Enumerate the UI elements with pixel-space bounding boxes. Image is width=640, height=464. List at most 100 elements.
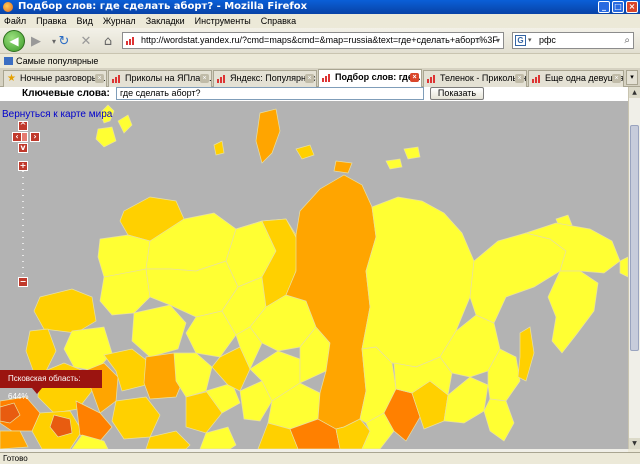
menu-history[interactable]: Журнал (103, 14, 136, 28)
status-text: Готово (3, 454, 28, 463)
region-chukotka-east (619, 256, 628, 278)
scroll-down-icon[interactable]: ▼ (629, 438, 640, 449)
menu-edit[interactable]: Правка (36, 14, 66, 28)
tab-2[interactable]: Приколы на ЯПлака... × (108, 70, 212, 87)
region-kostroma (131, 304, 187, 358)
region-new-siberian-1 (385, 158, 403, 170)
url-text: http://wordstat.yandex.ru/?cmd=maps&cmd=… (141, 35, 498, 45)
tab-close-icon[interactable]: × (515, 74, 524, 83)
bookmark-star-icon[interactable]: ☆ (476, 33, 485, 48)
menu-bookmarks[interactable]: Закладки (146, 14, 185, 28)
tab-label: Ночные разговоры... (20, 73, 106, 83)
status-bar: Готово (0, 452, 640, 464)
tab-6[interactable]: Еще одна девушка н... × (528, 70, 624, 87)
region-arctic-island-3 (95, 126, 117, 148)
tab-4-active[interactable]: Подбор слов: где... × (318, 69, 422, 87)
yandex-stats-icon (532, 75, 540, 83)
region-sakhalin (517, 326, 535, 382)
home-icon[interactable]: ⌂ (98, 31, 118, 51)
tab-5[interactable]: Теленок - Приколы н... × (423, 70, 527, 87)
tab-label: Приколы на ЯПлака... (125, 73, 212, 83)
pan-center-icon[interactable] (21, 132, 28, 142)
region-tooltip: Псковская область: 644% (0, 370, 102, 401)
region-new-siberian-2 (403, 146, 421, 160)
menu-tools[interactable]: Инструменты (195, 14, 251, 28)
region-samara (111, 396, 161, 440)
window-titlebar: Подбор слов: где сделать аборт? - Mozill… (0, 0, 640, 14)
search-icon[interactable]: ⌕ (624, 33, 630, 48)
tab-3[interactable]: Яндекс: Популярнос... × (213, 70, 317, 87)
region-kolguev (213, 140, 225, 156)
bookmark-folder-icon (4, 57, 13, 65)
firefox-icon (3, 2, 13, 12)
back-to-world-map-link[interactable]: Вернуться к карте мира (2, 109, 112, 120)
back-button[interactable]: ◀ (3, 30, 25, 52)
tab-label: Теленок - Приколы н... (440, 73, 527, 83)
pan-down-icon[interactable]: v (18, 143, 28, 153)
bookmarks-toolbar: Самые популярные (0, 54, 640, 68)
navigation-toolbar: ◀ ▶ ▾ ↻ ✕ ⌂ http://wordstat.yandex.ru/?c… (0, 28, 640, 54)
close-window-button[interactable]: × (626, 1, 638, 13)
star-icon: ★ (7, 73, 16, 84)
zoom-out-icon[interactable]: − (18, 277, 28, 287)
yandex-stats-icon (112, 75, 120, 83)
vertical-scrollbar[interactable]: ▲ ▼ (628, 87, 640, 449)
forward-button[interactable]: ▶ (26, 31, 46, 51)
keywords-label: Ключевые слова: (22, 88, 110, 99)
page-content: Ключевые слова: где сделать аборт? Показ… (0, 87, 628, 449)
menu-bar: Файл Правка Вид Журнал Закладки Инструме… (0, 14, 640, 28)
reload-icon[interactable]: ↻ (54, 31, 74, 51)
region-smolensk (0, 430, 29, 449)
tab-label: Яндекс: Популярнос... (230, 73, 317, 83)
search-engine-dropdown-icon[interactable]: ▾ (528, 33, 532, 48)
search-box[interactable]: G ▾ рфс ⌕ (512, 32, 634, 49)
stop-icon[interactable]: ✕ (76, 31, 96, 51)
tab-bar: ★ Ночные разговоры... × Приколы на ЯПлак… (0, 68, 640, 87)
menu-file[interactable]: Файл (4, 14, 26, 28)
scroll-up-icon[interactable]: ▲ (629, 87, 640, 98)
zoom-in-icon[interactable]: + (18, 161, 28, 171)
maximize-button[interactable]: □ (612, 1, 624, 13)
tab-label: Подбор слов: где... (335, 72, 421, 82)
region-arctic-island-2 (117, 114, 133, 134)
window-title: Подбор слов: где сделать аборт? - Mozill… (18, 1, 308, 12)
region-primorye (483, 398, 515, 442)
keywords-row: Ключевые слова: где сделать аборт? Показ… (0, 87, 628, 101)
region-udmurtia (173, 352, 213, 398)
region-magadan (469, 232, 567, 324)
region-kamchatka (547, 270, 599, 354)
google-icon[interactable]: G (515, 35, 526, 46)
yandex-stats-icon (322, 74, 330, 82)
url-dropdown-icon[interactable]: ▾ (496, 33, 500, 48)
scroll-thumb[interactable] (630, 125, 639, 351)
menu-view[interactable]: Вид (77, 14, 93, 28)
pan-up-icon[interactable]: ^ (18, 121, 28, 131)
region-novgorod (25, 328, 57, 374)
region-novaya-zemlya (255, 108, 281, 164)
url-bar[interactable]: http://wordstat.yandex.ru/?cmd=maps&cmd=… (122, 32, 504, 49)
show-button[interactable]: Показать (430, 87, 484, 100)
tab-close-icon[interactable]: × (612, 74, 621, 83)
tab-list-icon[interactable]: ▾ (626, 70, 638, 85)
search-input[interactable]: рфс (539, 35, 556, 45)
zoom-slider[interactable] (22, 171, 24, 275)
tab-close-icon[interactable]: × (95, 74, 104, 83)
yandex-stats-icon (427, 75, 435, 83)
keywords-input[interactable]: где сделать аборт? (116, 87, 424, 100)
russia-region-map[interactable] (0, 101, 628, 449)
region-leningrad (33, 288, 97, 334)
pan-right-icon[interactable]: › (30, 132, 40, 142)
region-severnaya-zemlya (333, 160, 353, 174)
minimize-button[interactable]: _ (598, 1, 610, 13)
region-taymyr-island (295, 144, 315, 160)
menu-help[interactable]: Справка (261, 14, 296, 28)
bookmark-most-visited[interactable]: Самые популярные (16, 56, 98, 66)
tab-close-icon[interactable]: × (200, 74, 209, 83)
tab-close-icon[interactable]: × (305, 74, 314, 83)
tab-close-icon[interactable]: × (410, 73, 419, 82)
yandex-stats-icon (217, 75, 225, 83)
window-controls: _ □ × (598, 1, 638, 13)
tab-1[interactable]: ★ Ночные разговоры... × (3, 70, 107, 87)
region-amur (443, 376, 489, 424)
region-saratov (145, 430, 191, 449)
